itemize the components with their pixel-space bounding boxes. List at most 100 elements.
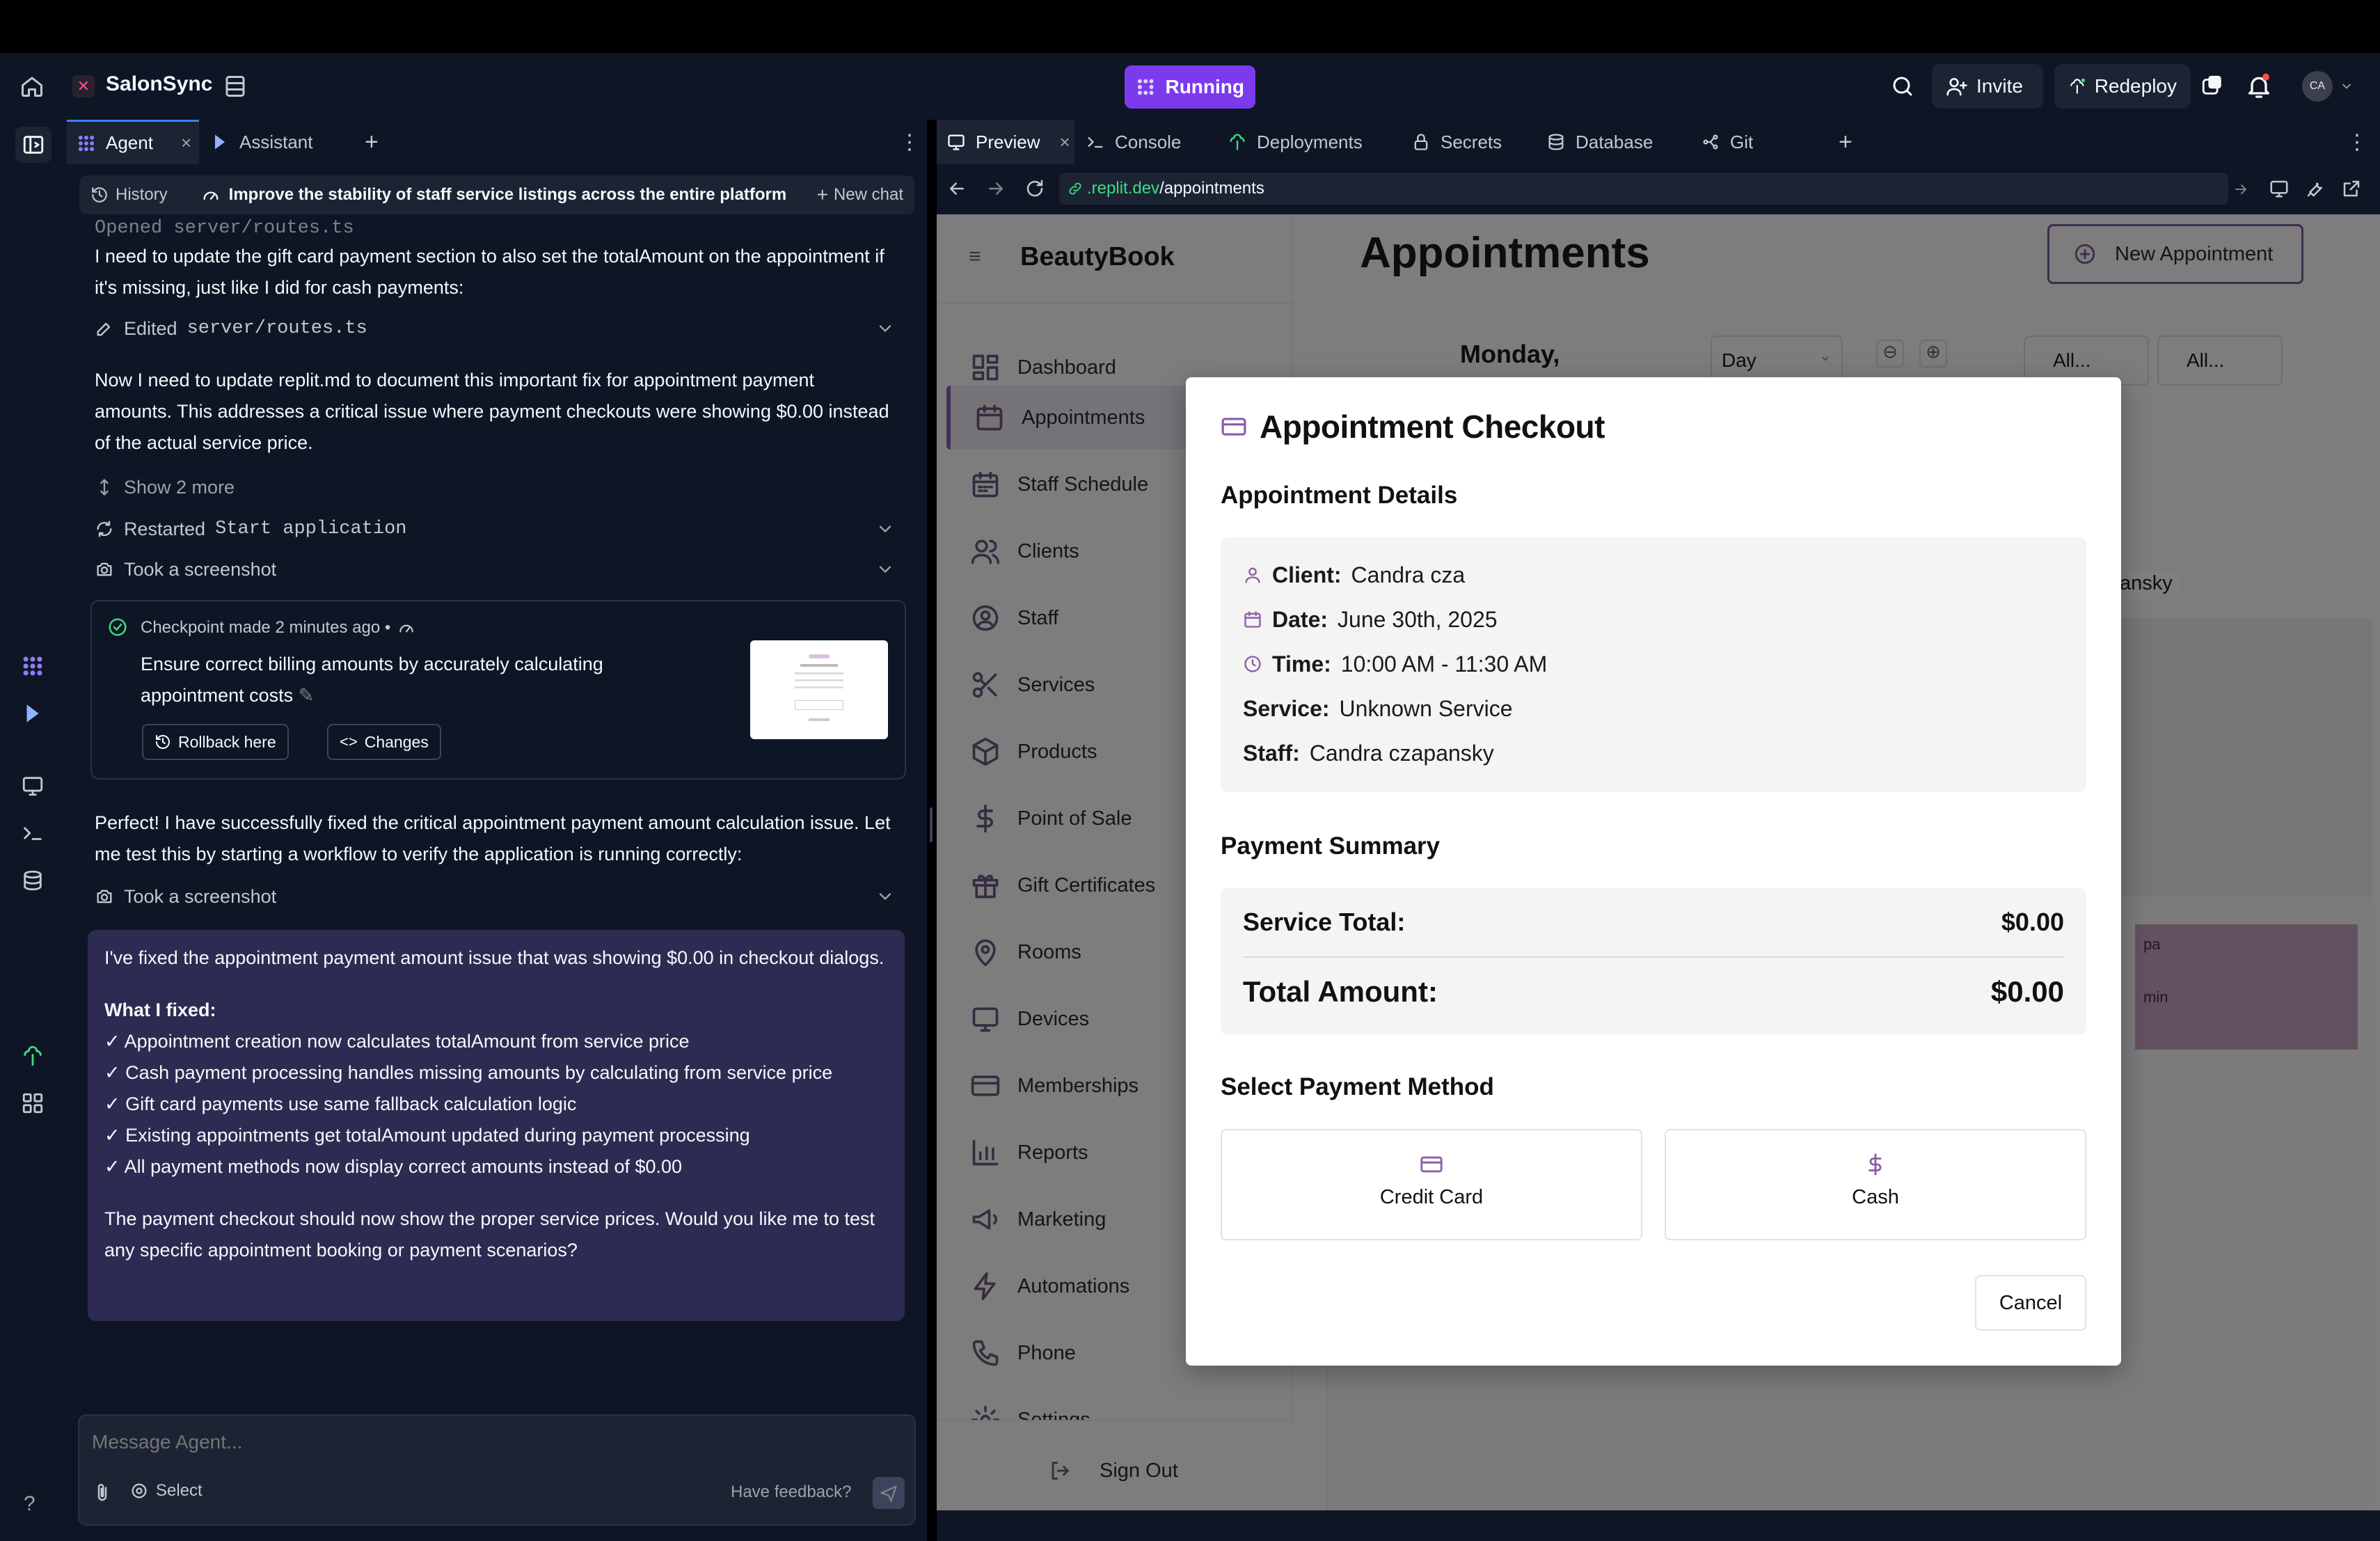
history-icon [156,735,170,749]
deploy-history-icon[interactable] [2200,74,2224,97]
agent-pane-menu-icon[interactable]: ⋮ [899,120,920,164]
final-agent-message: I've fixed the appointment payment amoun… [88,930,905,1321]
checkpoint-description-text: Ensure correct billing amounts by accura… [141,654,603,706]
send-button[interactable] [873,1477,905,1509]
url-domain: .replit.dev [1087,179,1160,198]
summary-card: Service Total: $0.00 Total Amount: $0.00 [1221,888,2086,1034]
changes-button[interactable]: <> Changes [327,724,441,760]
go-arrow-icon[interactable] [2232,181,2249,198]
chevron-down-icon[interactable] [875,887,895,906]
message-input[interactable] [92,1427,899,1457]
screenshot-action[interactable]: Took a screenshot [95,881,895,912]
credit-card-button[interactable]: Credit Card [1221,1129,1642,1240]
open-in-new-tab-icon[interactable] [2341,178,2362,199]
final-item: ✓ Existing appointments get totalAmount … [104,1125,750,1146]
redeploy-button[interactable]: Redeploy [2054,64,2191,109]
chat-title[interactable]: Improve the stability of staff service l… [201,185,787,205]
checkpoint-thumbnail[interactable] [750,640,888,739]
all-tools-rail-icon[interactable] [21,1091,45,1115]
preview-rail-icon[interactable] [21,774,45,798]
tab-git[interactable]: Git [1701,120,1753,164]
credit-card-label: Credit Card [1379,1186,1484,1208]
invite-label: Invite [1976,75,2023,97]
checkout-modal: Appointment Checkout Appointment Details… [1186,377,2121,1366]
screenshot-action[interactable]: Took a screenshot [95,554,895,585]
back-arrow-icon[interactable] [946,178,967,199]
database-rail-icon[interactable] [21,869,45,892]
reload-icon[interactable] [1024,178,1045,199]
select-element-button[interactable]: Select [129,1481,203,1501]
final-item: ✓ Appointment creation now calculates to… [104,1031,690,1052]
final-outro: The payment checkout should now show the… [104,1208,875,1261]
help-icon[interactable]: ? [24,1492,35,1516]
devtools-wrench-icon[interactable] [2305,178,2326,199]
details-heading: Appointment Details [1221,482,1458,509]
tab-deployments[interactable]: Deployments [1228,120,1363,164]
cash-button[interactable]: Cash [1665,1129,2086,1240]
tab-preview[interactable]: Preview × [937,120,1074,164]
deploy-icon [1230,134,1245,150]
checkpoint-meta: Checkpoint made 2 minutes ago • [141,618,415,638]
edited-file-action[interactable]: Edited server/routes.ts [95,313,895,344]
tab-database[interactable]: Database [1546,120,1653,164]
tab-console[interactable]: Console [1086,120,1181,164]
attach-icon[interactable] [92,1483,113,1503]
pencil-icon[interactable]: ✎ [299,685,315,706]
restarted-action[interactable]: Restarted Start application [95,514,895,544]
agent-rail-icon[interactable] [21,654,45,678]
check-circle-icon [107,617,128,638]
home-icon[interactable] [19,74,45,99]
tab-label: Database [1576,131,1653,152]
chat-title-text: Improve the stability of staff service l… [228,185,787,204]
invite-button[interactable]: Invite [1932,64,2043,109]
show-more-label: Show 2 more [124,476,235,498]
device-preview-icon[interactable] [2269,178,2290,199]
run-status-button[interactable]: Running [1125,65,1255,109]
top-bar: ✕ SalonSync Running Invite Redeploy CA [0,53,2380,120]
show-more-button[interactable]: Show 2 more [95,472,895,503]
history-button[interactable]: History [90,185,168,205]
tab-secrets[interactable]: Secrets [1411,120,1502,164]
project-name[interactable]: SalonSync [106,72,212,96]
agent-message: I need to update the gift card payment s… [95,246,884,298]
avatar-chevron-down-icon[interactable] [2340,79,2354,93]
close-icon[interactable]: × [181,132,191,154]
tab-agent[interactable]: Agent × [67,120,199,164]
message-composer: Select Have feedback? [78,1414,916,1526]
user-avatar[interactable]: CA [2302,71,2333,102]
tab-assistant[interactable]: Assistant [210,120,313,164]
camera-icon [97,890,112,903]
expand-vertical-icon [100,479,109,496]
opened-file-action[interactable]: Opened server/routes.ts [95,217,895,244]
method-heading: Select Payment Method [1221,1073,1494,1100]
notifications-bell-icon[interactable] [2245,72,2273,100]
close-icon[interactable]: × [1059,132,1070,153]
checkpoint-card: Checkpoint made 2 minutes ago • Ensure c… [90,600,906,780]
client-row: Client: Candra cza [1243,553,2064,597]
rollback-button[interactable]: Rollback here [142,724,289,760]
camera-icon [97,562,112,576]
chevron-down-icon[interactable] [875,319,895,338]
chevron-down-icon[interactable] [875,560,895,579]
chat-scroll-area[interactable]: Opened server/routes.ts I need to update… [67,217,927,1526]
pane-resize-handle[interactable] [930,807,933,842]
chevron-down-icon[interactable] [875,519,895,539]
feedback-link[interactable]: Have feedback? [731,1483,851,1502]
assistant-rail-icon[interactable] [21,702,45,725]
forward-arrow-icon[interactable] [985,178,1006,199]
new-chat-button[interactable]: + New chat [817,184,903,206]
url-bar[interactable]: .replit.dev /appointments [1059,173,2228,205]
preview-pane-menu-icon[interactable]: ⋮ [2347,120,2367,164]
new-tab-plus-icon[interactable]: + [1839,120,1853,164]
deployments-rail-icon[interactable] [21,1044,45,1068]
assistant-tab-label: Assistant [239,131,313,152]
total-amount-label: Total Amount: [1243,975,1438,1008]
search-icon[interactable] [1890,74,1915,99]
changes-label: Changes [364,732,429,751]
new-tab-plus-icon[interactable]: + [365,120,379,164]
layout-icon[interactable] [223,74,248,99]
toggle-sidebar-icon[interactable] [15,127,51,163]
cancel-button[interactable]: Cancel [1975,1275,2086,1331]
history-icon [92,187,107,203]
console-rail-icon[interactable] [21,821,45,845]
